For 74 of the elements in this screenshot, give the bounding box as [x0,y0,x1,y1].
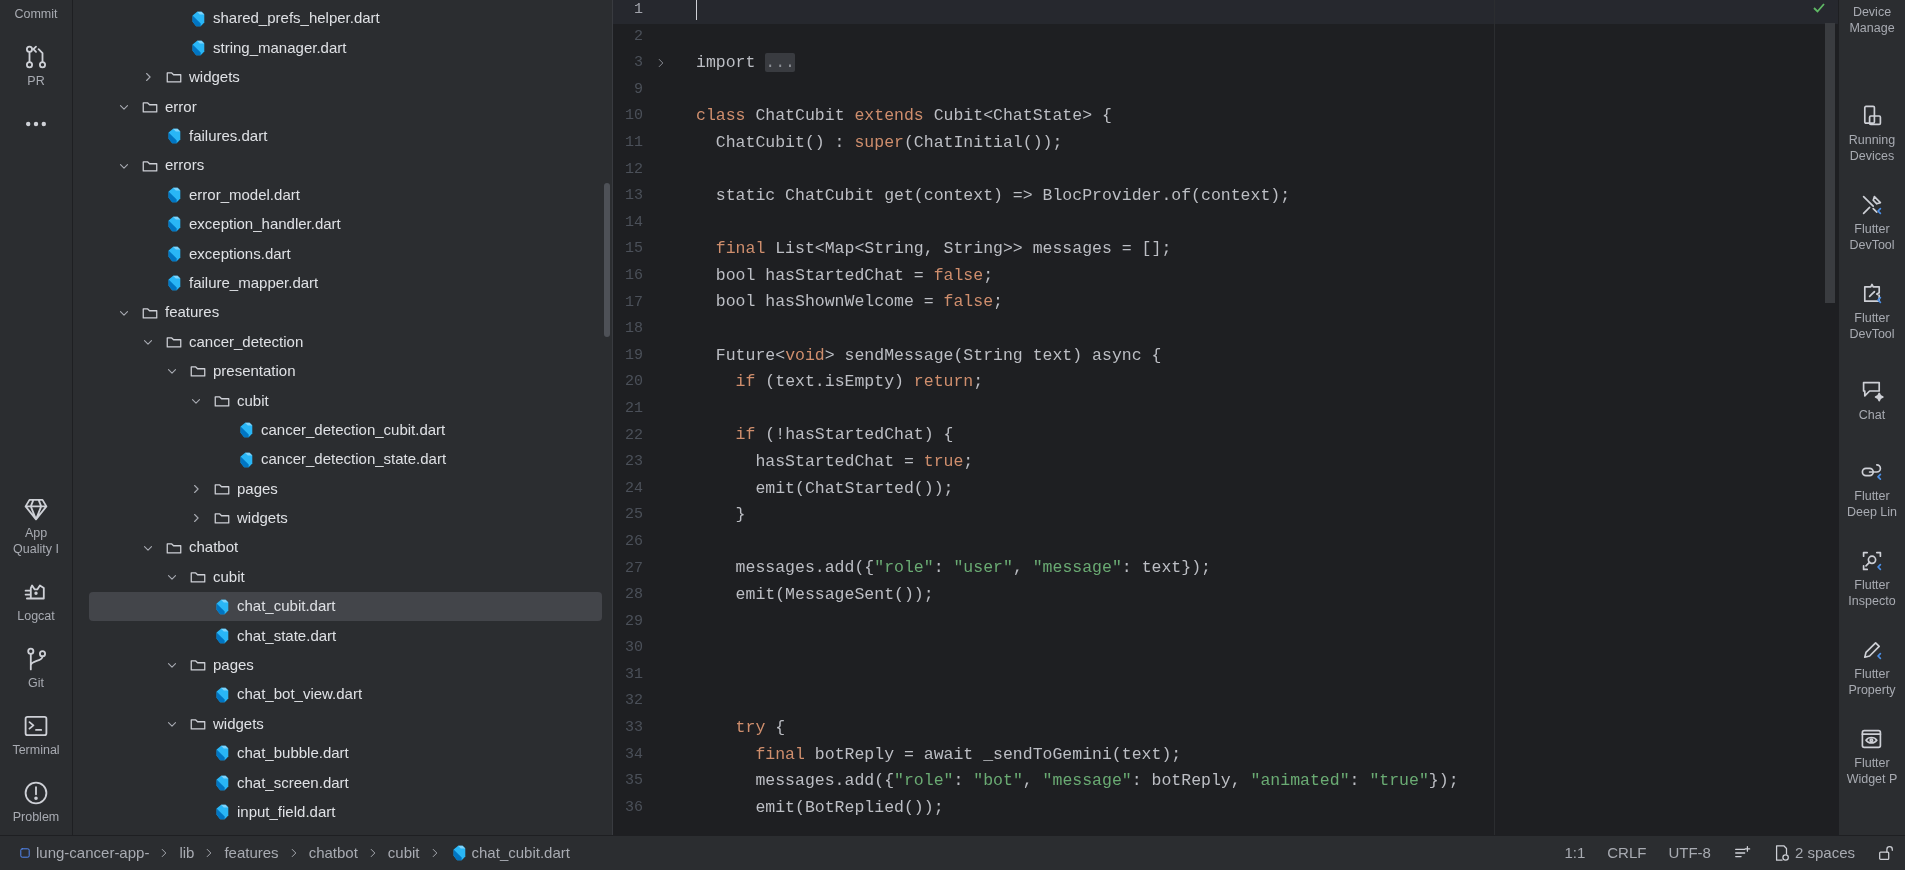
file-item[interactable]: chat_screen.dart [89,768,602,798]
file-item[interactable]: error_model.dart [89,180,602,210]
folder-item[interactable]: widgets [89,709,602,739]
tool-label[interactable]: Flutter Inspecto [1839,576,1905,609]
code-line: } [734,504,746,527]
breadcrumb-item[interactable]: lung-cancer-app- [36,841,150,865]
folder-item[interactable]: widgets [89,62,602,93]
tool-label[interactable]: Flutter DevTool [1839,309,1905,342]
code-line: try { [734,716,786,739]
breadcrumb-item[interactable]: chat_cubit.dart [471,841,570,865]
code-line: ChatCubit() : super(ChatInitial()); [714,131,1063,154]
tool-label[interactable]: Commit [5,6,67,22]
code-line: bool hasStartedChat = false; [714,264,994,287]
breadcrumb-item[interactable]: lib [179,841,195,865]
status-item[interactable]: 1:1 [1564,841,1586,865]
tool-label[interactable]: Running Devices [1839,131,1905,164]
status-item[interactable]: CRLF [1607,841,1647,865]
folder-item[interactable]: pages [89,650,602,680]
file-item[interactable]: failures.dart [89,121,602,151]
code-line: emit(BotReplied()); [754,796,944,819]
folder-item[interactable]: errors [89,150,602,181]
code-line: import ... [696,52,796,75]
folder-item[interactable]: chatbot [89,533,602,563]
file-item[interactable]: cancer_detection_cubit.dart [89,415,602,445]
breadcrumb-item[interactable]: cubit [387,841,420,865]
code-line: if (!hasStartedChat) { [734,424,954,447]
breadcrumb-item[interactable]: features [224,841,279,865]
line-number: 1 [633,0,643,21]
file-item[interactable]: chat_bubble.dart [89,738,602,769]
code-line: Future<void> sendMessage(String text) async { [714,344,1162,367]
tool-label[interactable]: Flutter Deep Lin [1839,487,1905,520]
file-item[interactable]: exceptions.dart [89,239,602,269]
folder-item[interactable]: presentation [89,356,602,387]
file-item[interactable]: chat_cubit.dart [89,591,602,622]
status-item[interactable]: 2 spaces [1794,841,1855,865]
tool-label[interactable]: Flutter Widget P [1839,754,1905,787]
code-line: class ChatCubit extends Cubit<ChatState> { [696,105,1112,128]
file-item[interactable]: failure_mapper.dart [89,268,602,298]
code-line: messages.add({"role": "user", "message": text}); [734,557,1211,580]
code-line: static ChatCubit get(context) => BlocProvider.of(context); [714,185,1291,208]
tool-label[interactable]: Git [5,675,67,691]
folder-item[interactable]: cubit [89,562,602,592]
file-item[interactable]: chat_state.dart [89,621,602,651]
file-item[interactable]: cancer_detection_state.dart [89,444,602,475]
breadcrumb-item[interactable]: chatbot [308,841,358,865]
folder-item[interactable]: features [89,297,602,328]
tool-label[interactable]: Flutter DevTool [1839,220,1905,253]
tool-label[interactable]: Flutter Property [1839,665,1905,698]
folder-item[interactable]: pages [89,474,602,504]
tool-label[interactable]: Device Manage [1839,4,1905,36]
tool-label[interactable]: Chat [1839,406,1905,423]
status-item[interactable]: UTF-8 [1668,841,1711,865]
file-item[interactable]: chat_bot_view.dart [89,680,602,710]
folder-item[interactable]: error [89,92,602,122]
tool-label[interactable]: PR [5,73,67,89]
code-line: messages.add({"role": "bot", "message": botReply, "animated": "true"}); [754,770,1459,793]
code-line: hasStartedChat = true; [754,451,974,473]
tool-label[interactable]: Logcat [5,608,67,624]
file-item[interactable]: string_manager.dart [89,33,602,63]
file-item[interactable]: input_field.dart [89,797,602,827]
file-item[interactable]: shared_prefs_helper.dart [89,4,602,34]
code-line: emit(MessageSent()); [734,584,934,606]
tool-label[interactable]: App Quality I [5,525,67,557]
tool-label[interactable]: Terminal [5,742,67,758]
code-line: final botReply = await _sendToGemini(text); [754,743,1182,766]
folder-item[interactable]: cubit [89,386,602,416]
folder-item[interactable]: widgets [89,503,602,534]
code-line: bool hasShownWelcome = false; [714,291,1003,314]
folder-item[interactable]: cancer_detection [89,327,602,357]
code-line: if (text.isEmpty) return; [734,371,984,394]
tool-label[interactable]: Problem [5,809,67,825]
code-line: final List<Map<String, String>> messages = []; [714,238,1172,261]
file-item[interactable]: exception_handler.dart [89,209,602,240]
code-line: emit(ChatStarted()); [754,477,954,500]
